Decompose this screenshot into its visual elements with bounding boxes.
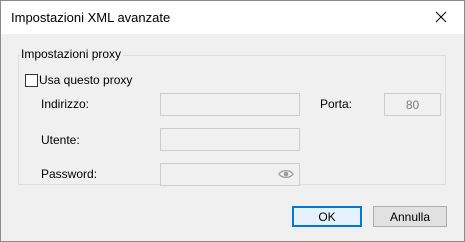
title-bar[interactable]: Impostazioni XML avanzate xyxy=(1,1,464,34)
eye-icon[interactable] xyxy=(278,168,294,180)
proxy-group-legend: Impostazioni proxy xyxy=(21,47,124,61)
window-title: Impostazioni XML avanzate xyxy=(11,10,171,25)
cancel-button[interactable]: Annulla xyxy=(373,206,447,227)
port-label: Porta: xyxy=(320,97,353,111)
use-proxy-label[interactable]: Usa questo proxy xyxy=(39,73,132,87)
user-label: Utente: xyxy=(41,133,80,147)
user-input[interactable] xyxy=(160,128,300,151)
address-input[interactable] xyxy=(160,93,300,116)
dialog-window: Impostazioni XML avanzate Impostazioni p… xyxy=(0,0,465,242)
port-input[interactable] xyxy=(384,93,441,116)
use-proxy-checkbox[interactable] xyxy=(25,74,38,87)
close-icon xyxy=(435,11,447,23)
password-label: Password: xyxy=(41,167,98,181)
address-label: Indirizzo: xyxy=(41,97,90,111)
close-button[interactable] xyxy=(418,1,464,34)
ok-button[interactable]: OK xyxy=(292,206,362,227)
